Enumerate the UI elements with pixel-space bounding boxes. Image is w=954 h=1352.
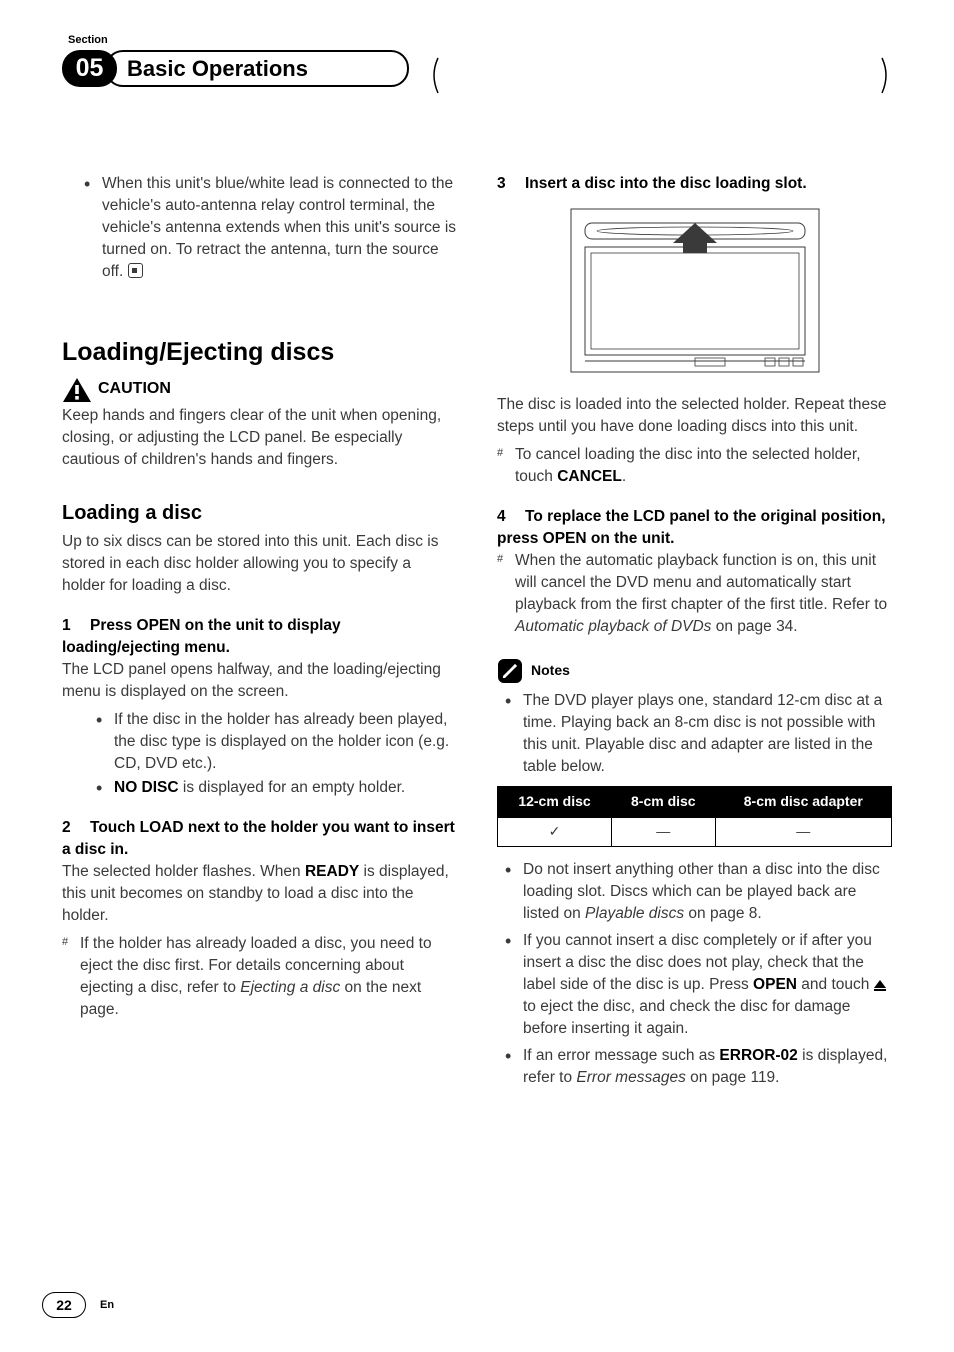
page-footer: 22 En	[42, 1292, 114, 1318]
heading-loading-a-disc: Loading a disc	[62, 499, 457, 527]
right-column: 3Insert a disc into the disc loading slo…	[497, 173, 892, 1094]
step-1-bullet-1: If the disc in the holder has already be…	[96, 709, 457, 775]
language-label: En	[100, 1299, 114, 1311]
chapter-title-capsule: Basic Operations	[105, 50, 409, 87]
playable-discs-ref: Playable discs	[585, 905, 684, 922]
step-1-number: 1	[62, 615, 90, 637]
disc-slot-illustration	[565, 203, 825, 378]
step-2-number: 2	[62, 817, 90, 839]
chapter-title: Basic Operations	[127, 56, 308, 82]
page-number: 22	[42, 1292, 86, 1318]
ready-label: READY	[305, 863, 359, 880]
section-label: Section	[68, 34, 892, 46]
pencil-note-icon	[497, 658, 523, 684]
step-2-body: The selected holder flashes. When READY …	[62, 861, 457, 927]
open-label: OPEN	[753, 976, 797, 993]
loading-intro: Up to six discs can be stored into this …	[62, 531, 457, 597]
td-12cm: ✓	[498, 817, 612, 846]
th-12cm: 12-cm disc	[498, 787, 612, 818]
antenna-note: When this unit's blue/white lead is conn…	[84, 173, 457, 283]
step-1-bullet-2-tail: is displayed for an empty holder.	[179, 779, 406, 796]
step-3-title: Insert a disc into the disc loading slot…	[525, 175, 807, 192]
step-4-note-pre: When the automatic playback function is …	[515, 552, 887, 613]
caution-body: Keep hands and fingers clear of the unit…	[62, 405, 457, 471]
warning-triangle-icon	[62, 377, 92, 403]
ejecting-a-disc-ref: Ejecting a disc	[240, 979, 340, 996]
td-8cm-adapter: —	[715, 817, 891, 846]
caution-header: CAUTION	[62, 377, 457, 403]
step-2-title: Touch LOAD next to the holder you want t…	[62, 819, 455, 858]
left-column: When this unit's blue/white lead is conn…	[62, 173, 457, 1094]
cancel-label: CANCEL	[557, 468, 622, 485]
note-bullet-1: The DVD player plays one, standard 12-cm…	[505, 690, 892, 778]
heading-loading-ejecting: Loading/Ejecting discs	[62, 335, 457, 371]
nb4-post: on page 119.	[686, 1069, 780, 1086]
notes-header: Notes	[497, 658, 892, 684]
antenna-note-text: When this unit's blue/white lead is conn…	[102, 175, 456, 280]
th-8cm: 8-cm disc	[612, 787, 716, 818]
step-4-number: 4	[497, 506, 525, 528]
caution-label: CAUTION	[98, 378, 171, 401]
nb3-mid: and touch	[797, 976, 874, 993]
notes-label: Notes	[531, 661, 570, 681]
nb2-post: on page 8.	[684, 905, 762, 922]
step-1-lead: 1Press OPEN on the unit to display loadi…	[62, 615, 457, 659]
note-bullet-4: If an error message such as ERROR-02 is …	[505, 1045, 892, 1089]
note-bullet-3: If you cannot insert a disc completely o…	[505, 930, 892, 1040]
auto-playback-ref: Automatic playback of DVDs	[515, 618, 711, 635]
step-2-lead: 2Touch LOAD next to the holder you want …	[62, 817, 457, 861]
nb4-pre: If an error message such as	[523, 1047, 719, 1064]
cancel-note-post: .	[622, 468, 626, 485]
step-3-number: 3	[497, 173, 525, 195]
step-3-body: The disc is loaded into the selected hol…	[497, 394, 892, 438]
cancel-note: To cancel loading the disc into the sele…	[497, 444, 892, 488]
note-bullet-2: Do not insert anything other than a disc…	[505, 859, 892, 925]
error-02-label: ERROR-02	[719, 1047, 797, 1064]
header-right-outline	[430, 57, 890, 94]
step-1-bullet-2: NO DISC is displayed for an empty holder…	[96, 777, 457, 799]
step-1-title: Press OPEN on the unit to display loadin…	[62, 617, 341, 656]
step-4-lead: 4To replace the LCD panel to the origina…	[497, 506, 892, 550]
end-of-section-icon	[128, 263, 143, 278]
step-3-lead: 3Insert a disc into the disc loading slo…	[497, 173, 892, 195]
nb3-post: to eject the disc, and check the disc fo…	[523, 998, 850, 1037]
error-messages-ref: Error messages	[576, 1069, 685, 1086]
step-1-body: The LCD panel opens halfway, and the loa…	[62, 659, 457, 703]
td-8cm: —	[612, 817, 716, 846]
step-4-title: To replace the LCD panel to the original…	[497, 508, 886, 547]
eject-icon	[874, 980, 886, 988]
disc-compat-table: 12-cm disc 8-cm disc 8-cm disc adapter ✓…	[497, 786, 892, 847]
section-number-pill: 05	[62, 50, 117, 87]
no-disc-label: NO DISC	[114, 779, 179, 796]
step-2-note: If the holder has already loaded a disc,…	[62, 933, 457, 1021]
step-4-note-post: on page 34.	[711, 618, 797, 635]
th-8cm-adapter: 8-cm disc adapter	[715, 787, 891, 818]
step-2-body-pre: The selected holder flashes. When	[62, 863, 305, 880]
step-4-note: When the automatic playback function is …	[497, 550, 892, 638]
